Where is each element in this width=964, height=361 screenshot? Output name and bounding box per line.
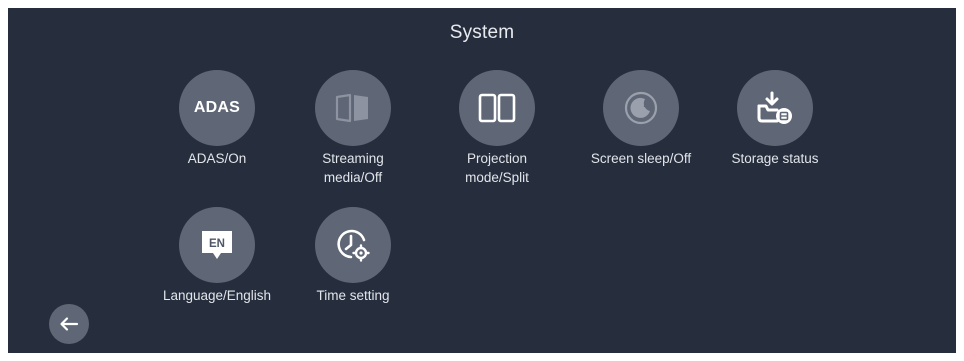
svg-text:z: z	[644, 100, 649, 109]
time-setting-tile[interactable]: Time setting	[293, 207, 413, 305]
adas-icon: ADAS	[193, 99, 241, 116]
projection-mode-label: Projection mode/Split	[465, 151, 529, 185]
projection-split-icon	[478, 93, 516, 123]
language-tile[interactable]: EN Language/English	[157, 207, 277, 305]
back-button[interactable]	[49, 304, 89, 344]
streaming-media-tile[interactable]: Streaming media/Off	[293, 70, 413, 187]
language-icon: EN	[202, 231, 232, 259]
back-arrow-icon	[60, 317, 79, 331]
page-title: System	[449, 22, 515, 43]
adas-tile[interactable]: ADAS ADAS/On	[157, 70, 277, 168]
streaming-media-icon	[335, 93, 368, 123]
projection-mode-tile[interactable]: Projection mode/Split	[437, 70, 557, 187]
streaming-media-button[interactable]	[315, 70, 391, 146]
adas-label: ADAS/On	[187, 151, 247, 166]
screen-sleep-label: Screen sleep/Off	[590, 151, 692, 166]
language-button[interactable]: EN	[179, 207, 255, 283]
storage-status-label: Storage status	[731, 151, 819, 166]
adas-button[interactable]: ADAS	[179, 70, 255, 146]
time-setting-label: Time setting	[316, 288, 390, 303]
projection-mode-button[interactable]	[459, 70, 535, 146]
storage-status-button[interactable]	[737, 70, 813, 146]
screen-sleep-button[interactable]: z	[603, 70, 679, 146]
screen-sleep-tile[interactable]: z Screen sleep/Off	[581, 70, 701, 168]
storage-status-icon	[757, 91, 792, 124]
streaming-media-label: Streaming media/Off	[322, 151, 384, 185]
svg-text:EN: EN	[209, 238, 225, 250]
screen-sleep-icon: z	[624, 91, 658, 125]
system-settings-screen: System ADAS ADAS/On Streaming media/Off …	[8, 8, 956, 353]
time-setting-button[interactable]	[315, 207, 391, 283]
language-label: Language/English	[162, 288, 272, 303]
time-setting-icon	[337, 229, 370, 262]
storage-status-tile[interactable]: Storage status	[715, 70, 835, 168]
